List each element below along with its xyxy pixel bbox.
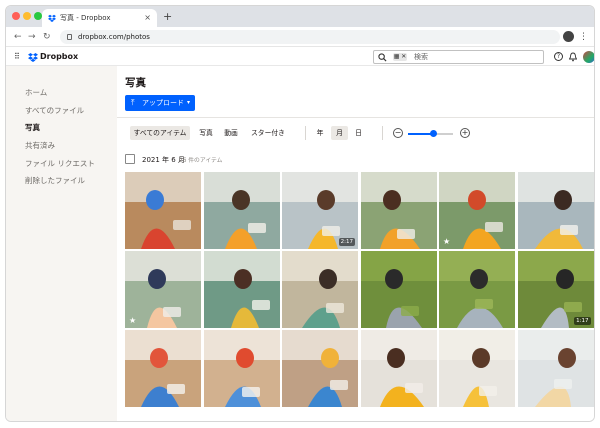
search-icon <box>378 53 387 62</box>
photo-grid: 2:17 ★ ★ 1:17 <box>125 172 594 421</box>
tab-title: 写真 - Dropbox <box>60 14 111 22</box>
upload-icon: ⤒ <box>131 98 135 107</box>
close-window-button[interactable] <box>12 12 20 20</box>
photo-thumbnail-image <box>203 330 280 407</box>
sidebar-item-home[interactable]: ホーム <box>25 88 47 98</box>
photo-thumbnail-image <box>439 330 515 407</box>
page-title: 写真 <box>125 77 146 89</box>
browser-menu-icon[interactable]: ⋮ <box>579 30 588 44</box>
url-text: dropbox.com/photos <box>78 33 150 41</box>
filter-videos[interactable]: 動画 <box>222 126 240 140</box>
photo-thumbnail-image <box>125 172 201 249</box>
star-icon[interactable]: ★ <box>129 316 136 325</box>
sidebar-item-shared[interactable]: 共有済み <box>25 141 55 151</box>
photo-father-child-yellow[interactable] <box>360 330 437 407</box>
url-field[interactable]: dropbox.com/photos <box>60 30 560 44</box>
star-icon[interactable]: ★ <box>443 237 450 246</box>
photo-boy-laughing[interactable]: ★ <box>439 172 515 249</box>
upload-label: アップロード <box>142 99 184 107</box>
dropbox-logo-icon <box>28 53 38 62</box>
search-placeholder: 検索 <box>414 53 428 61</box>
app-grid-icon[interactable]: ⠿ <box>14 52 20 62</box>
address-bar-row: ← → ↻ dropbox.com/photos ⋮ <box>6 27 594 47</box>
photo-girl-smiling[interactable] <box>517 330 594 407</box>
photo-drawing-paper[interactable] <box>203 330 280 407</box>
sidebar: ホーム すべてのファイル 写真 共有済み ファイル リクエスト 削除したファイル <box>6 66 117 421</box>
photo-thumbnail-image <box>203 251 280 328</box>
photo-father-daughter[interactable] <box>517 172 594 249</box>
photo-thumbnail-image <box>203 172 280 249</box>
photo-thumbnail-image <box>360 330 437 407</box>
photo-thumbnail-image <box>439 251 515 328</box>
photo-thumbnail-image <box>517 172 594 249</box>
photo-mother-painting[interactable] <box>203 251 280 328</box>
new-tab-button[interactable]: + <box>163 9 172 25</box>
filter-photos[interactable]: 写真 <box>197 126 215 140</box>
search-filter-chip[interactable]: ▦ ✕ <box>393 53 407 61</box>
photo-thumbnail-image <box>360 172 437 249</box>
photo-child-drawing[interactable] <box>125 330 201 407</box>
photo-drawing-on-floor[interactable] <box>125 172 201 249</box>
photo-two-dogs[interactable] <box>439 251 515 328</box>
app-header: ⠿ Dropbox ▦ ✕ 検索 ? <box>6 48 594 66</box>
period-day[interactable]: 日 <box>352 126 365 140</box>
notification-bell-icon[interactable] <box>569 52 577 62</box>
tab-close-icon[interactable]: × <box>144 9 151 27</box>
photo-boy-on-bench[interactable] <box>203 172 280 249</box>
filter-separator <box>305 126 306 140</box>
upload-button[interactable]: ⤒ アップロード ▾ <box>125 95 195 111</box>
minimize-window-button[interactable] <box>23 12 31 20</box>
photo-thumbnail-image <box>517 330 594 407</box>
photo-dogs-in-grass[interactable] <box>360 251 437 328</box>
period-year[interactable]: 年 <box>314 126 326 140</box>
photo-kid-painting-wall[interactable] <box>282 251 358 328</box>
photo-thumbnail-image <box>125 251 201 328</box>
sidebar-item-all-files[interactable]: すべてのファイル <box>25 106 84 116</box>
photo-thumbnail-image <box>282 330 358 407</box>
photo-boy-hands-up[interactable] <box>360 172 437 249</box>
photo-dog-portrait[interactable]: 1:17 <box>517 251 594 328</box>
filter-all-items[interactable]: すべてのアイテム <box>130 126 190 140</box>
photo-thumbnail-image <box>360 251 437 328</box>
sidebar-item-photos[interactable]: 写真 <box>25 123 40 133</box>
photo-thumbnail-image <box>125 330 201 407</box>
lock-icon <box>67 34 72 40</box>
photo-thumbnail-image <box>439 172 515 249</box>
zoom-slider[interactable] <box>408 130 453 137</box>
reload-icon[interactable]: ↻ <box>43 30 51 44</box>
zoom-slider-handle[interactable] <box>429 130 437 137</box>
zoom-out-icon[interactable]: − <box>393 128 403 138</box>
photo-mother-child[interactable]: ★ <box>125 251 201 328</box>
sidebar-item-deleted-files[interactable]: 削除したファイル <box>25 176 85 186</box>
period-month[interactable]: 月 <box>331 126 348 140</box>
user-avatar[interactable] <box>583 51 594 63</box>
browser-profile-icon[interactable] <box>563 31 574 42</box>
photo-drawing-held[interactable] <box>282 330 358 407</box>
main-content: 写真 ⤒ アップロード ▾ すべてのアイテム 写真 動画 スター付き 年 月 日… <box>117 66 594 421</box>
photo-thumbnail-image <box>282 251 358 328</box>
brand-name: Dropbox <box>40 52 79 61</box>
toolbar-divider <box>117 117 594 118</box>
browser-window: 写真 - Dropbox × + ← → ↻ dropbox.com/photo… <box>5 5 595 422</box>
back-icon[interactable]: ← <box>14 30 22 44</box>
dropbox-logo[interactable]: Dropbox <box>28 50 78 64</box>
photo-family-on-bench[interactable]: 2:17 <box>282 172 358 249</box>
period-separator <box>382 126 383 140</box>
dropbox-favicon-icon <box>48 14 56 22</box>
photo-father-daughter-couch[interactable] <box>439 330 515 407</box>
video-duration-badge: 1:17 <box>574 317 591 325</box>
zoom-in-icon[interactable]: + <box>460 128 470 138</box>
video-duration-badge: 2:17 <box>338 238 355 246</box>
browser-tab[interactable]: 写真 - Dropbox × <box>42 9 157 27</box>
sidebar-item-file-requests[interactable]: ファイル リクエスト <box>25 159 95 169</box>
help-icon[interactable]: ? <box>554 52 563 61</box>
select-month-checkbox[interactable] <box>125 154 135 164</box>
filter-starred[interactable]: スター付き <box>248 126 288 140</box>
chevron-down-icon: ▾ <box>186 99 190 106</box>
search-input[interactable]: ▦ ✕ 検索 <box>373 50 544 64</box>
forward-icon[interactable]: → <box>28 30 36 44</box>
tab-bar: 写真 - Dropbox × + <box>6 6 594 27</box>
zoom-window-button[interactable] <box>34 12 42 20</box>
section-count: 26 件のアイテム <box>179 158 223 164</box>
